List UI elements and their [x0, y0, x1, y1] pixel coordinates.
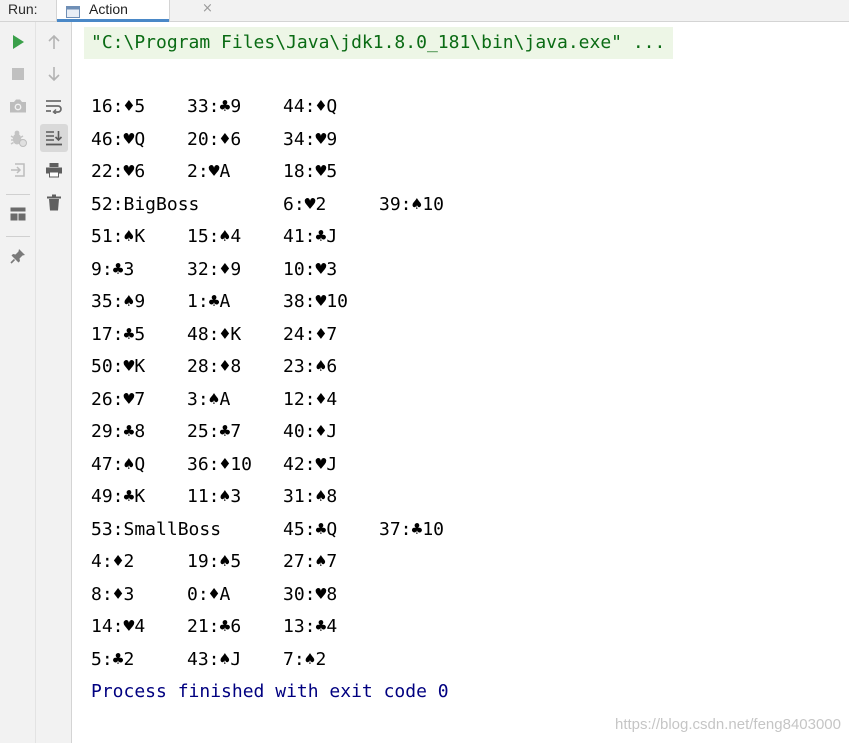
card-entry: 36:♦10 — [187, 453, 252, 477]
card-entry: 50:♥K — [91, 355, 145, 379]
layout-icon[interactable] — [4, 200, 32, 228]
card-entry: 2:♥A — [187, 160, 230, 184]
toolbar-divider — [6, 236, 30, 237]
card-entry: 33:♣9 — [187, 95, 241, 119]
run-tab-bar: Run: Action × — [0, 0, 849, 22]
command-line: "C:\Program Files\Java\jdk1.8.0_181\bin\… — [84, 27, 673, 59]
card-entry: 39:♠10 — [379, 193, 444, 217]
card-entry: 12:♦4 — [283, 388, 337, 412]
card-entry: 25:♣7 — [187, 420, 241, 444]
console-toolbar — [36, 22, 72, 743]
card-entry: 34:♥9 — [283, 128, 337, 152]
stop-icon[interactable] — [4, 60, 32, 88]
card-entry: 22:♥6 — [91, 160, 145, 184]
toolbar-divider — [6, 194, 30, 195]
card-entry: 40:♦J — [283, 420, 337, 444]
card-entry: 31:♠8 — [283, 485, 337, 509]
application-icon — [66, 3, 80, 15]
card-entry: 11:♠3 — [187, 485, 241, 509]
card-entry: 44:♦Q — [283, 95, 337, 119]
console-output[interactable]: "C:\Program Files\Java\jdk1.8.0_181\bin\… — [72, 22, 849, 743]
card-entry: 26:♥7 — [91, 388, 145, 412]
tab-label: Action — [89, 0, 128, 18]
card-entry: 21:♣6 — [187, 615, 241, 639]
card-entry: 13:♣4 — [283, 615, 337, 639]
card-entry: 20:♦6 — [187, 128, 241, 152]
card-entry: 37:♣10 — [379, 518, 444, 542]
card-entry: 41:♣J — [283, 225, 337, 249]
close-icon[interactable]: × — [202, 1, 213, 17]
tab-action[interactable]: Action × — [56, 0, 170, 21]
exit-icon[interactable] — [4, 156, 32, 184]
card-entry: 8:♦3 — [91, 583, 134, 607]
watermark: https://blog.csdn.net/feng8403000 — [615, 716, 841, 733]
scroll-to-end-icon[interactable] — [40, 124, 68, 152]
card-entry: 7:♠2 — [283, 648, 326, 672]
card-entry: 6:♥2 — [283, 193, 326, 217]
soft-wrap-icon[interactable] — [40, 92, 68, 120]
camera-icon[interactable] — [4, 92, 32, 120]
card-entry: 9:♣3 — [91, 258, 134, 282]
card-entry: 49:♣K — [91, 485, 145, 509]
card-entry: 46:♥Q — [91, 128, 145, 152]
card-entry: 24:♦7 — [283, 323, 337, 347]
card-entry: 14:♥4 — [91, 615, 145, 639]
card-entry: 35:♠9 — [91, 290, 145, 314]
process-finished-message: Process finished with exit code 0 — [91, 680, 449, 704]
card-entry: 17:♣5 — [91, 323, 145, 347]
rerun-icon[interactable] — [4, 28, 32, 56]
card-entry: 28:♦8 — [187, 355, 241, 379]
card-entry: 45:♣Q — [283, 518, 337, 542]
card-entry: 38:♥10 — [283, 290, 348, 314]
card-entry: 23:♠6 — [283, 355, 337, 379]
run-toolbar — [0, 22, 36, 743]
card-entry: 0:♦A — [187, 583, 230, 607]
card-entry: 1:♣A — [187, 290, 230, 314]
up-arrow-icon[interactable] — [40, 28, 68, 56]
card-entry: 30:♥8 — [283, 583, 337, 607]
down-arrow-icon[interactable] — [40, 60, 68, 88]
card-entry: 15:♠4 — [187, 225, 241, 249]
card-entry: 16:♦5 — [91, 95, 145, 119]
card-entry: 51:♠K — [91, 225, 145, 249]
trash-icon[interactable] — [40, 188, 68, 216]
debug-icon[interactable] — [4, 124, 32, 152]
print-icon[interactable] — [40, 156, 68, 184]
card-entry: 29:♣8 — [91, 420, 145, 444]
card-entry: 43:♠J — [187, 648, 241, 672]
card-entry: 27:♠7 — [283, 550, 337, 574]
card-entry: 10:♥3 — [283, 258, 337, 282]
card-entry: 19:♠5 — [187, 550, 241, 574]
card-entry: 52:BigBoss — [91, 193, 199, 217]
pin-icon[interactable] — [4, 242, 32, 270]
card-entry: 5:♣2 — [91, 648, 134, 672]
card-entry: 32:♦9 — [187, 258, 241, 282]
run-label: Run: — [8, 0, 38, 19]
card-entry: 47:♠Q — [91, 453, 145, 477]
run-tool-window: Run: Action × — [0, 0, 849, 743]
card-entry: 18:♥5 — [283, 160, 337, 184]
card-entry: 4:♦2 — [91, 550, 134, 574]
card-entry: 53:SmallBoss — [91, 518, 221, 542]
card-entry: 48:♦K — [187, 323, 241, 347]
card-entry: 42:♥J — [283, 453, 337, 477]
card-entry: 3:♠A — [187, 388, 230, 412]
